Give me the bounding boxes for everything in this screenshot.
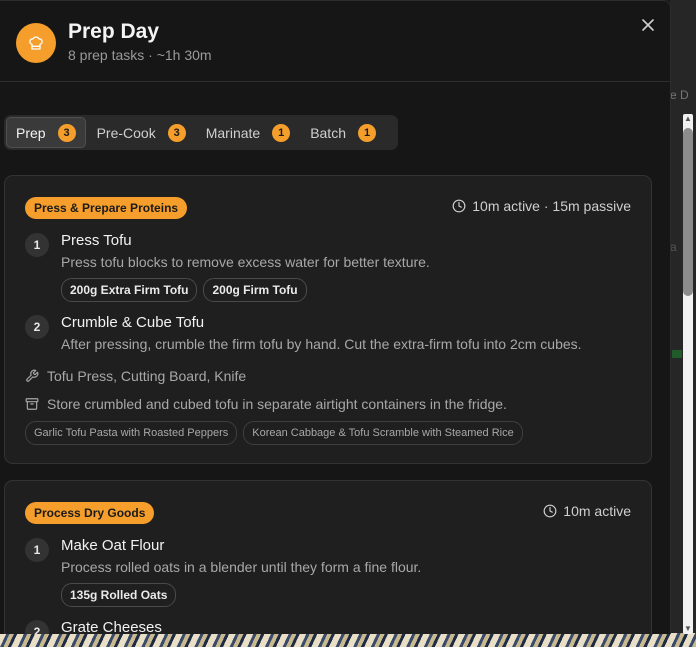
task-time-text: 10m active [563, 503, 631, 519]
tab-batch[interactable]: Batch 1 [301, 118, 385, 147]
scrollbar-thumb[interactable] [683, 128, 693, 296]
background-text: a [670, 240, 677, 254]
tab-label: Pre-Cook [96, 124, 156, 141]
step-title: Crumble & Cube Tofu [61, 314, 205, 331]
ingredient-chips: 200g Extra Firm Tofu 200g Firm Tofu [61, 278, 313, 302]
equipment-text: Tofu Press, Cutting Board, Knife [47, 368, 247, 384]
step-number: 1 [25, 233, 49, 257]
ingredient-chips: 135g Rolled Oats [61, 583, 182, 607]
task-category-tag: Process Dry Goods [25, 502, 155, 524]
task-time-text: 10m active · 15m passive [472, 198, 631, 214]
modal-subtitle: 8 prep tasks · ~1h 30m [68, 47, 212, 63]
tab-pre-cook[interactable]: Pre-Cook 3 [88, 118, 195, 147]
scroll-down-arrow-icon[interactable]: ▼ [683, 624, 693, 634]
tab-count-badge: 1 [272, 123, 291, 142]
tab-bar: Prep 3 Pre-Cook 3 Marinate 1 Batch 1 [4, 115, 398, 150]
recipe-chip[interactable]: Korean Cabbage & Tofu Scramble with Stea… [243, 421, 523, 445]
tab-prep[interactable]: Prep 3 [6, 117, 86, 148]
ingredient-chip: 200g Extra Firm Tofu [61, 278, 198, 302]
step-title: Grate Cheeses [61, 619, 162, 634]
tab-count-badge: 1 [358, 123, 376, 142]
scrollbar[interactable]: ▲ ▼ [680, 114, 696, 634]
tab-count-badge: 3 [167, 123, 186, 142]
task-time: 10m active · 15m passive [452, 198, 631, 214]
chef-hat-icon [16, 23, 56, 63]
modal-title: Prep Day [68, 20, 160, 43]
step-title: Press Tofu [61, 232, 132, 249]
clock-icon [452, 199, 466, 213]
close-button[interactable] [638, 15, 658, 35]
step-number: 2 [25, 315, 49, 339]
task-time: 10m active [543, 503, 631, 519]
prep-day-modal: Prep Day 8 prep tasks · ~1h 30m Prep 3 P… [0, 0, 671, 634]
background-text: e D [670, 88, 689, 102]
step-description: Process rolled oats in a blender until t… [61, 559, 422, 575]
ingredient-chip: 200g Firm Tofu [203, 278, 307, 302]
storage-row: Store crumbled and cubed tofu in separat… [25, 396, 507, 412]
recipe-chip[interactable]: Garlic Tofu Pasta with Roasted Peppers [25, 421, 238, 445]
tab-label: Batch [310, 124, 346, 141]
scroll-up-arrow-icon[interactable]: ▲ [683, 114, 693, 124]
modal-header: Prep Day 8 prep tasks · ~1h 30m [0, 1, 670, 82]
step-number: 1 [25, 538, 49, 562]
step-description: After pressing, crumble the firm tofu by… [61, 336, 582, 352]
tab-count-badge: 3 [57, 123, 76, 142]
tab-label: Marinate [205, 124, 261, 141]
prep-task-card: Process Dry Goods 10m active 1 Make Oat … [4, 480, 652, 634]
clock-icon [543, 504, 557, 518]
storage-text: Store crumbled and cubed tofu in separat… [47, 396, 507, 412]
close-icon [642, 19, 654, 31]
wrench-icon [26, 369, 39, 382]
recipe-chips: Garlic Tofu Pasta with Roasted Peppers K… [25, 421, 529, 445]
background-artwork [0, 633, 696, 647]
step-description: Press tofu blocks to remove excess water… [61, 254, 430, 270]
tab-marinate[interactable]: Marinate 1 [197, 118, 299, 147]
equipment-row: Tofu Press, Cutting Board, Knife [25, 368, 246, 384]
ingredient-chip: 135g Rolled Oats [61, 583, 177, 607]
storage-box-icon [25, 398, 39, 410]
step-title: Make Oat Flour [61, 537, 165, 554]
prep-task-card: Press & Prepare Proteins 10m active · 15… [4, 175, 652, 464]
tab-label: Prep [16, 124, 46, 141]
task-category-tag: Press & Prepare Proteins [25, 197, 188, 219]
step-number: 2 [25, 620, 49, 634]
